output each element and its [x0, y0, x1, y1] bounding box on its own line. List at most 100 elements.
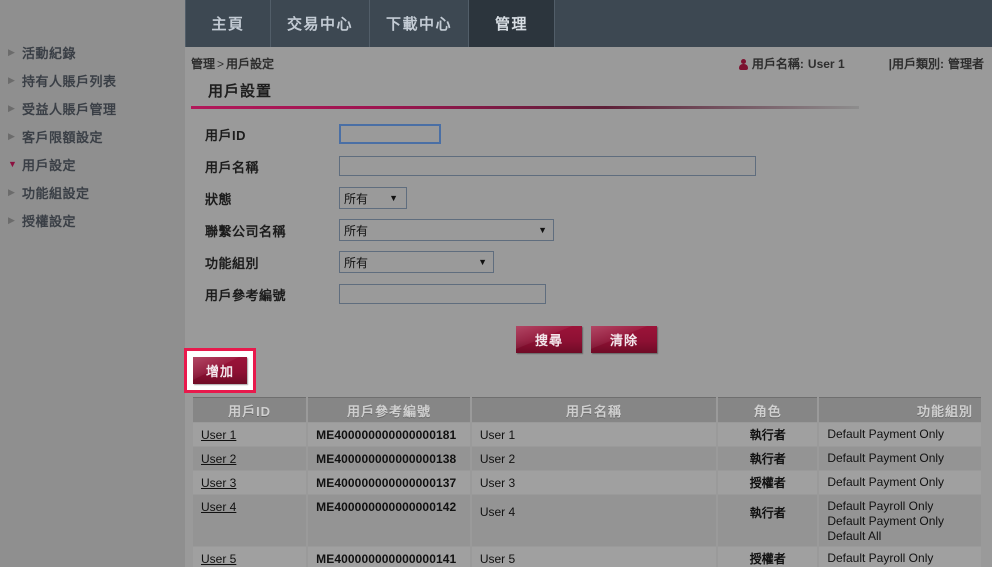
table-header-row: 用戶ID 用戶參考編號 用戶名稱 角色 功能組別 — [193, 397, 981, 422]
user-type-value: 管理者 — [948, 55, 984, 72]
cell-role: 執行者 — [718, 423, 817, 446]
cell-user-id: User 4 — [193, 495, 306, 546]
chevron-right-icon: ▶ — [8, 216, 22, 225]
cell-function-group: Default Payment Only — [819, 471, 981, 494]
sidebar-item-beneficiary-account-mgmt[interactable]: ▶ 受益人賬戶管理 — [0, 94, 185, 122]
sidebar-item-label: 功能組設定 — [22, 183, 90, 202]
top-navigation: 主頁 交易中心 下載中心 管理 — [185, 0, 992, 47]
table-row: User 4 ME400000000000000142 User 4 執行者 D… — [193, 495, 981, 546]
cell-user-name: User 2 — [472, 447, 717, 470]
user-id-link[interactable]: User 5 — [201, 552, 236, 566]
function-group-select-value: 所有 — [344, 254, 368, 271]
function-group-item: Default Payroll Only — [827, 551, 973, 566]
users-table-body: User 1 ME400000000000000181 User 1 執行者 D… — [193, 423, 981, 567]
clear-button[interactable]: 清除 — [591, 326, 657, 353]
col-header-user-name[interactable]: 用戶名稱 — [472, 397, 717, 422]
function-group-item: Default All — [827, 529, 973, 544]
breadcrumb-root[interactable]: 管理 — [191, 57, 215, 71]
chevron-right-icon: ▶ — [8, 76, 22, 85]
user-id-link[interactable]: User 3 — [201, 476, 236, 490]
cell-user-id: User 3 — [193, 471, 306, 494]
form-row-status: 狀態 所有 ▼ — [191, 182, 891, 214]
chevron-down-icon: ▼ — [8, 160, 22, 169]
user-id-input[interactable] — [339, 124, 441, 144]
sidebar-item-label: 客戶限額設定 — [22, 127, 103, 146]
function-group-list: Default Payroll Only — [827, 551, 973, 566]
tab-admin[interactable]: 管理 — [469, 0, 555, 47]
user-ref-input[interactable] — [339, 284, 546, 304]
sidebar-item-label: 持有人賬戶列表 — [22, 71, 117, 90]
chevron-down-icon: ▼ — [478, 258, 487, 267]
sidebar-item-activity-log[interactable]: ▶ 活動紀錄 — [0, 38, 185, 66]
user-ref-label: 用戶參考編號 — [191, 285, 339, 304]
table-row: User 1 ME400000000000000181 User 1 執行者 D… — [193, 423, 981, 446]
sidebar-item-user-setting[interactable]: ▼ 用戶設定 — [0, 150, 185, 178]
users-table-head: 用戶ID 用戶參考編號 用戶名稱 角色 功能組別 — [193, 397, 981, 422]
function-group-item: Default Payment Only — [827, 514, 973, 529]
cell-user-id: User 2 — [193, 447, 306, 470]
chevron-right-icon: ▶ — [8, 132, 22, 141]
function-group-list: Default Payment Only — [827, 427, 973, 442]
function-group-list: Default Payment Only — [827, 475, 973, 490]
add-button[interactable]: 增加 — [193, 357, 247, 384]
col-header-user-ref[interactable]: 用戶參考編號 — [308, 397, 470, 422]
function-group-item: Default Payment Only — [827, 451, 973, 466]
form-row-function-group: 功能組別 所有 ▼ — [191, 246, 891, 278]
user-name-label: 用戶名稱 — [191, 157, 339, 176]
user-id-link[interactable]: User 1 — [201, 428, 236, 442]
breadcrumb-current: 用戶設定 — [226, 57, 274, 71]
sidebar-item-label: 授權設定 — [22, 211, 76, 230]
user-name-input[interactable] — [339, 156, 756, 176]
search-button[interactable]: 搜尋 — [516, 326, 582, 353]
function-group-select[interactable]: 所有 ▼ — [339, 251, 494, 273]
sidebar-item-function-group-setting[interactable]: ▶ 功能組設定 — [0, 178, 185, 206]
tab-download-center[interactable]: 下載中心 — [370, 0, 469, 47]
cell-function-group: Default Payroll Only — [819, 547, 981, 567]
sidebar-item-holder-account-list[interactable]: ▶ 持有人賬戶列表 — [0, 66, 185, 94]
user-id-link[interactable]: User 2 — [201, 452, 236, 466]
sidebar-item-authorization-setting[interactable]: ▶ 授權設定 — [0, 206, 185, 234]
page-title-section: 用戶設置 — [191, 80, 859, 109]
cell-user-ref: ME400000000000000138 — [308, 447, 470, 470]
table-row: User 3 ME400000000000000137 User 3 授權者 D… — [193, 471, 981, 494]
chevron-right-icon: ▶ — [8, 48, 22, 57]
cell-function-group: Default Payroll Only Default Payment Onl… — [819, 495, 981, 546]
function-group-list: Default Payment Only — [827, 451, 973, 466]
sidebar-item-label: 用戶設定 — [22, 155, 76, 174]
cell-user-name: User 4 — [472, 495, 717, 546]
breadcrumb-row: 管理>用戶設定 用戶名稱: User 1 |用戶類別: 管理者 — [185, 47, 992, 79]
form-row-user-ref: 用戶參考編號 — [191, 278, 891, 310]
user-name-value: User 1 — [808, 57, 845, 71]
cell-role: 授權者 — [718, 471, 817, 494]
title-divider — [191, 106, 859, 109]
cell-role: 授權者 — [718, 547, 817, 567]
sidebar-item-label: 活動紀錄 — [22, 43, 76, 62]
form-row-user-name: 用戶名稱 — [191, 150, 891, 182]
col-header-role[interactable]: 角色 — [718, 397, 817, 422]
col-header-user-id[interactable]: 用戶ID — [193, 397, 306, 422]
cell-user-ref: ME400000000000000137 — [308, 471, 470, 494]
sidebar-item-customer-limit-setting[interactable]: ▶ 客戶限額設定 — [0, 122, 185, 150]
user-name-label: 用戶名稱: — [752, 55, 804, 72]
cell-user-ref: ME400000000000000141 — [308, 547, 470, 567]
cell-role: 執行者 — [718, 495, 817, 546]
function-group-item: Default Payment Only — [827, 475, 973, 490]
tab-transaction-center[interactable]: 交易中心 — [271, 0, 370, 47]
chevron-down-icon: ▼ — [389, 194, 398, 203]
cell-function-group: Default Payment Only — [819, 447, 981, 470]
tab-home[interactable]: 主頁 — [185, 0, 271, 47]
col-header-function-group[interactable]: 功能組別 — [819, 397, 981, 422]
breadcrumb: 管理>用戶設定 — [191, 55, 274, 72]
user-info: 用戶名稱: User 1 |用戶類別: 管理者 — [739, 55, 984, 72]
form-row-user-id: 用戶ID — [191, 118, 891, 150]
company-select[interactable]: 所有 ▼ — [339, 219, 554, 241]
cell-function-group: Default Payment Only — [819, 423, 981, 446]
cell-user-ref: ME400000000000000142 — [308, 495, 470, 546]
users-table: 用戶ID 用戶參考編號 用戶名稱 角色 功能組別 User 1 ME400000… — [191, 396, 983, 567]
function-group-list: Default Payroll Only Default Payment Onl… — [827, 499, 973, 544]
user-id-link[interactable]: User 4 — [201, 500, 236, 514]
status-select[interactable]: 所有 ▼ — [339, 187, 407, 209]
cell-role: 執行者 — [718, 447, 817, 470]
person-icon — [739, 59, 748, 71]
status-select-value: 所有 — [344, 190, 368, 207]
